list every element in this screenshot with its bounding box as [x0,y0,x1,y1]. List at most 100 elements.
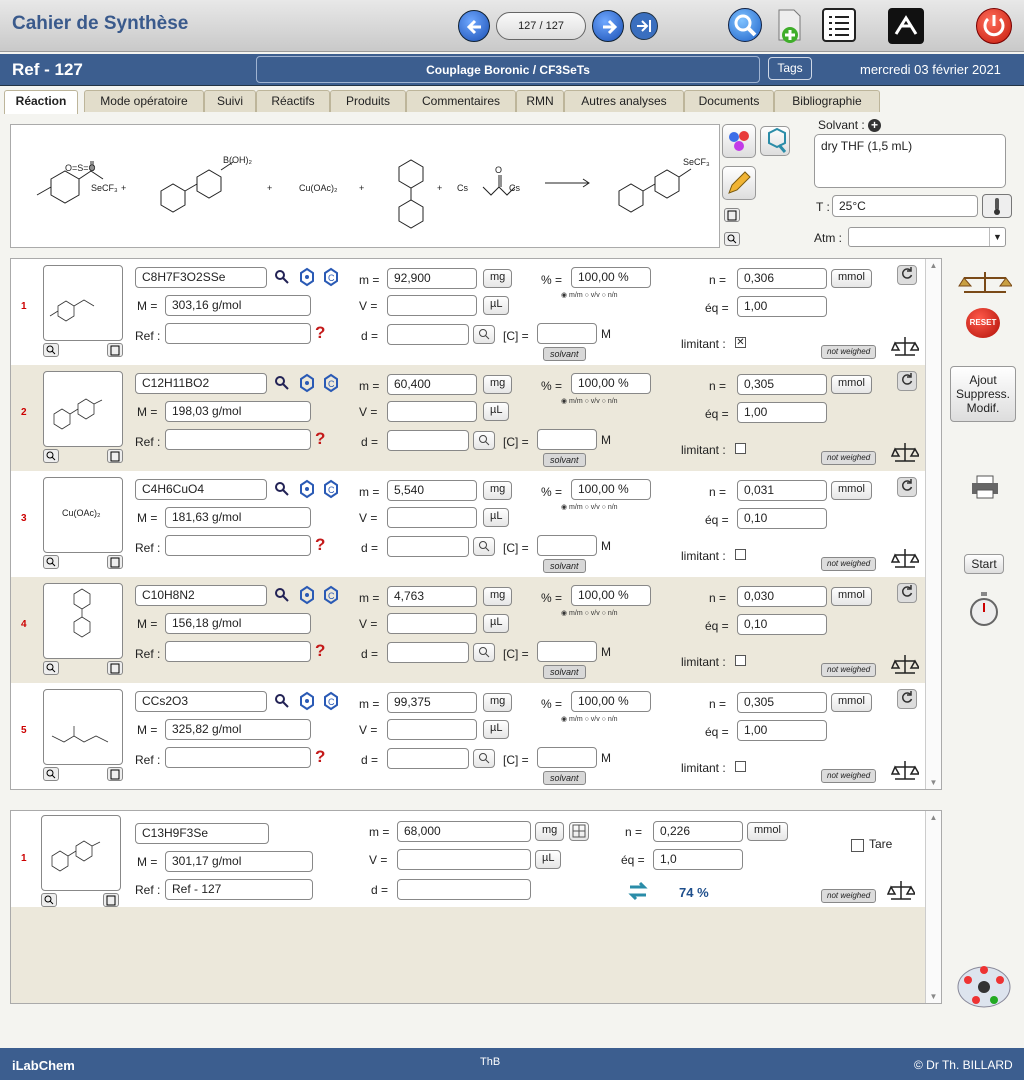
reagent-balance-icon[interactable] [891,547,919,571]
reagent-density-search[interactable] [473,325,495,344]
reagent-mass-unit[interactable]: mg [483,375,513,394]
add-solvent-icon[interactable]: + [868,119,882,132]
reagent-molecule-icon[interactable] [297,585,317,605]
reagent-ratio-radios[interactable]: ◉ m/m ○ v/v ○ n/n [561,291,618,299]
tab-reaction[interactable]: Réaction [4,90,78,114]
reagent-density-search[interactable] [473,749,495,768]
network-tool[interactable] [956,962,1012,1015]
reagent-solvent-button[interactable]: solvant [543,347,586,361]
tab-reactifs[interactable]: Réactifs [256,90,330,112]
reagent-pct-field[interactable]: 100,00 % [571,267,651,288]
product-structure-thumb[interactable] [41,815,121,891]
reagent-moles-field[interactable]: 0,031 [737,480,827,501]
reagent-formula-field[interactable]: C10H8N2 [135,585,267,606]
tab-autres-analyses[interactable]: Autres analyses [564,90,684,112]
molecule-editor-button[interactable] [722,124,756,158]
reagent-molecule-icon[interactable] [297,691,317,711]
search-button[interactable] [728,8,762,42]
reagent-scrollbar[interactable]: ▲ ▼ [925,259,941,789]
reagent-volume-field[interactable] [387,401,477,422]
reagent-eq-field[interactable]: 1,00 [737,720,827,741]
scroll-down-icon[interactable]: ▼ [926,992,941,1001]
reagent-solvent-button[interactable]: solvant [543,453,586,467]
product-grid-button[interactable] [569,822,589,841]
reaction-scheme[interactable]: O=S=O SeCF₃ + B(OH)₂ + Cu(OAc)₂ + + Cs O… [10,124,720,248]
tab-commentaires[interactable]: Commentaires [406,90,516,112]
reagent-mw-field[interactable]: 303,16 g/mol [165,295,311,316]
reagent-ratio-radios[interactable]: ◉ m/m ○ v/v ○ n/n [561,397,618,405]
reagent-volume-unit[interactable]: µL [483,296,510,315]
reagent-ratio-radios[interactable]: ◉ m/m ○ v/v ○ n/n [561,609,618,617]
reagent-structure-thumb[interactable] [43,583,123,659]
timer-button[interactable] [968,590,1000,633]
reagent-mass-unit[interactable]: mg [483,269,513,288]
atmosphere-select[interactable]: ▼ [848,227,1006,247]
reagent-mass-unit[interactable]: mg [483,587,513,606]
reagent-conc-field[interactable] [537,323,597,344]
recalc-icon[interactable] [627,879,649,903]
tab-suivi[interactable]: Suivi [204,90,256,112]
reagent-limiting-checkbox[interactable] [735,443,746,454]
reagent-density-search[interactable] [473,431,495,450]
product-clipboard-button[interactable] [103,893,119,907]
edit-scheme-button[interactable] [722,166,756,200]
product-density-field[interactable] [397,879,531,900]
reagent-unknown-icon[interactable]: ? [315,747,325,767]
reagent-eq-field[interactable]: 1,00 [737,402,827,423]
reagent-density-field[interactable] [387,324,469,345]
reagent-refresh-button[interactable] [897,371,917,391]
reagent-ref-field[interactable] [165,747,311,768]
reagent-formula-field[interactable]: CCs2O3 [135,691,267,712]
product-mw-field[interactable]: 301,17 g/mol [165,851,313,872]
clipboard-button[interactable] [724,208,740,222]
reagent-balance-icon[interactable] [891,335,919,359]
reagent-mass-field[interactable]: 92,900 [387,268,477,289]
scroll-down-icon[interactable]: ▼ [926,778,941,787]
reagent-limiting-checkbox[interactable] [735,761,746,772]
reagent-density-search[interactable] [473,643,495,662]
reagent-pct-field[interactable]: 100,00 % [571,479,651,500]
reagent-clipboard-button[interactable] [107,343,123,357]
reagent-mw-field[interactable]: 181,63 g/mol [165,507,311,528]
reagent-ratio-radios[interactable]: ◉ m/m ○ v/v ○ n/n [561,715,618,723]
tags-button[interactable]: Tags [768,57,812,80]
scroll-up-icon[interactable]: ▲ [926,261,941,270]
reagent-mass-unit[interactable]: mg [483,481,513,500]
reagent-density-field[interactable] [387,536,469,557]
reagent-unknown-icon[interactable]: ? [315,323,325,343]
reagent-search-icon[interactable] [273,268,291,286]
thermometer-button[interactable] [982,194,1012,218]
reagent-zoom-button[interactable] [43,661,59,675]
reagent-moles-field[interactable]: 0,305 [737,692,827,713]
reagent-pct-field[interactable]: 100,00 % [571,691,651,712]
scroll-up-icon[interactable]: ▲ [926,813,941,822]
product-moles-unit[interactable]: mmol [747,822,788,841]
reagent-c-icon[interactable]: C [321,585,341,605]
reagent-density-search[interactable] [473,537,495,556]
quit-button[interactable] [976,8,1012,44]
reagent-mass-field[interactable]: 4,763 [387,586,477,607]
reagent-ref-field[interactable] [165,323,311,344]
reagent-volume-unit[interactable]: µL [483,614,510,633]
reagent-pct-field[interactable]: 100,00 % [571,373,651,394]
reagent-c-icon[interactable]: C [321,691,341,711]
reagent-eq-field[interactable]: 0,10 [737,614,827,635]
reagent-moles-unit[interactable]: mmol [831,375,872,394]
reagent-clipboard-button[interactable] [107,449,123,463]
reagent-structure-thumb[interactable] [43,265,123,341]
tab-produits[interactable]: Produits [330,90,406,112]
list-button[interactable] [822,8,856,42]
reagent-search-icon[interactable] [273,586,291,604]
product-moles-field[interactable]: 0,226 [653,821,743,842]
reagent-ref-field[interactable] [165,641,311,662]
reagent-refresh-button[interactable] [897,477,917,497]
tab-mode-operatoire[interactable]: Mode opératoire [84,90,204,112]
reagent-refresh-button[interactable] [897,265,917,285]
reagent-pct-field[interactable]: 100,00 % [571,585,651,606]
tab-documents[interactable]: Documents [684,90,774,112]
reagent-moles-unit[interactable]: mmol [831,587,872,606]
reagent-mw-field[interactable]: 156,18 g/mol [165,613,311,634]
reagent-ref-field[interactable] [165,535,311,556]
reagent-search-icon[interactable] [273,692,291,710]
reagent-solvent-button[interactable]: solvant [543,559,586,573]
